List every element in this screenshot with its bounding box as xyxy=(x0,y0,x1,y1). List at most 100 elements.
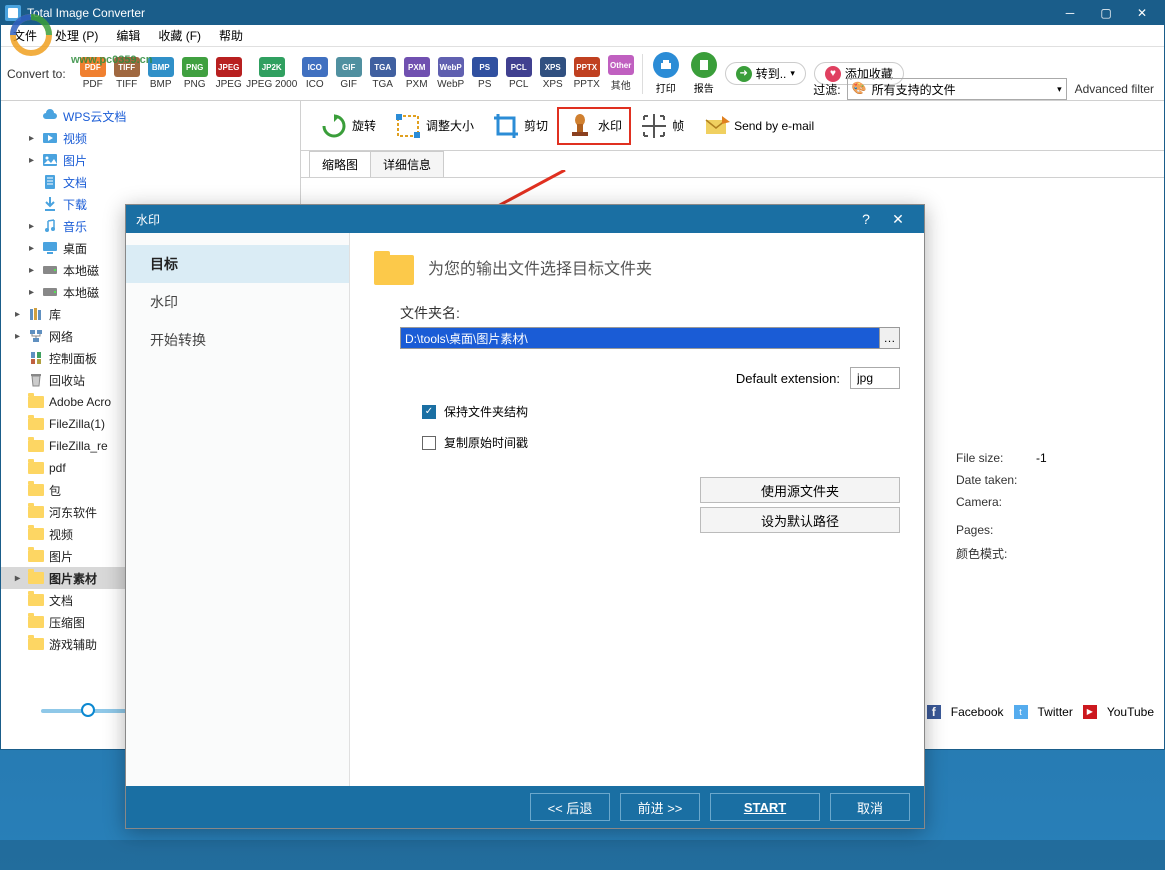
format-jpeg2000[interactable]: JP2KJPEG 2000 xyxy=(246,55,298,92)
folder-name-label: 文件夹名: xyxy=(400,303,900,323)
youtube-link[interactable]: YouTube xyxy=(1107,705,1154,719)
folder-icon xyxy=(27,592,45,608)
watermark-button[interactable]: 水印 xyxy=(557,107,631,145)
checkbox-unchecked-icon xyxy=(422,436,436,450)
browse-button[interactable]: … xyxy=(880,327,900,349)
print-button[interactable]: 打印 xyxy=(653,52,679,95)
arrow-right-icon: ➜ xyxy=(736,66,752,82)
close-button[interactable]: ✕ xyxy=(1124,2,1160,24)
twitter-link[interactable]: Twitter xyxy=(1038,705,1073,719)
format-jpeg[interactable]: JPEGJPEG xyxy=(212,55,246,92)
tree-arrow-icon: ▸ xyxy=(29,243,39,254)
report-button[interactable]: 报告 xyxy=(691,52,717,95)
facebook-link[interactable]: Facebook xyxy=(951,705,1004,719)
folder-icon xyxy=(27,504,45,520)
goto-button[interactable]: ➜转到..▾ xyxy=(725,62,806,85)
desktop-icon xyxy=(41,240,59,256)
download-icon xyxy=(41,196,59,212)
back-button[interactable]: << 后退 xyxy=(530,793,610,821)
keep-structure-checkbox[interactable]: ✓ 保持文件夹结构 xyxy=(422,403,900,420)
format-other[interactable]: Other 其他 xyxy=(604,53,638,94)
menu-help[interactable]: 帮助 xyxy=(213,25,249,46)
checkbox-checked-icon: ✓ xyxy=(422,405,436,419)
set-default-path-button[interactable]: 设为默认路径 xyxy=(700,507,900,533)
folder-icon xyxy=(27,526,45,542)
tree-item[interactable]: WPS云文档 xyxy=(1,105,300,127)
maximize-button[interactable]: ▢ xyxy=(1088,2,1124,24)
format-tiff[interactable]: TIFFTIFF xyxy=(110,55,144,92)
window-title: Total Image Converter xyxy=(27,6,1052,20)
format-bmp[interactable]: BMPBMP xyxy=(144,55,178,92)
tree-item[interactable]: ▸图片 xyxy=(1,149,300,171)
copy-timestamp-checkbox[interactable]: 复制原始时间戳 xyxy=(422,434,900,451)
crop-icon xyxy=(492,112,520,140)
info-panel: File size:-1 Date taken: Camera: Pages: … xyxy=(956,451,1156,570)
image-icon xyxy=(41,152,59,168)
dialog-tab-target[interactable]: 目标 xyxy=(126,245,349,283)
frame-icon xyxy=(640,112,668,140)
dialog-tab-watermark[interactable]: 水印 xyxy=(126,283,349,321)
print-icon xyxy=(659,58,673,72)
rotate-icon xyxy=(320,112,348,140)
tree-arrow-icon: ▸ xyxy=(29,221,39,232)
format-ps[interactable]: PSPS xyxy=(468,55,502,92)
format-xps[interactable]: XPSXPS xyxy=(536,55,570,92)
use-source-folder-button[interactable]: 使用源文件夹 xyxy=(700,477,900,503)
tree-arrow-icon: ▸ xyxy=(29,265,39,276)
forward-button[interactable]: 前进 >> xyxy=(620,793,700,821)
filter-type-icon: 🎨 xyxy=(852,81,868,97)
tab-thumbnail[interactable]: 缩略图 xyxy=(309,151,371,177)
app-icon xyxy=(5,5,21,21)
disk-icon xyxy=(41,284,59,300)
trash-icon xyxy=(27,372,45,388)
taskbar xyxy=(0,840,1165,870)
email-button[interactable]: Send by e-mail xyxy=(693,107,823,145)
dialog-titlebar: 水印 ? ✕ xyxy=(126,205,924,233)
tree-item[interactable]: 文档 xyxy=(1,171,300,193)
format-png[interactable]: PNGPNG xyxy=(178,55,212,92)
convert-label: Convert to: xyxy=(7,67,66,81)
folder-icon xyxy=(27,570,45,586)
menubar: 文件 处理 (P) 编辑 收藏 (F) 帮助 xyxy=(1,25,1164,47)
chevron-down-icon: ▾ xyxy=(1057,84,1062,95)
social-bar: fFacebook tTwitter ▶YouTube xyxy=(927,705,1154,719)
menu-favorites[interactable]: 收藏 (F) xyxy=(152,25,207,46)
edit-toolbar: 旋转 调整大小 剪切 水印 帧 xyxy=(301,101,1164,151)
filter-select[interactable]: 🎨 所有支持的文件 ▾ xyxy=(847,78,1067,100)
tab-detail[interactable]: 详细信息 xyxy=(370,151,444,177)
folder-path-input[interactable]: D:\tools\桌面\图片素材\ xyxy=(400,327,880,349)
dialog-close-button[interactable]: ✕ xyxy=(882,206,914,232)
crop-button[interactable]: 剪切 xyxy=(483,107,557,145)
dialog-content: 为您的输出文件选择目标文件夹 文件夹名: D:\tools\桌面\图片素材\ …… xyxy=(350,233,924,786)
convert-toolbar: Convert to: PDFPDFTIFFTIFFBMPBMPPNGPNGJP… xyxy=(1,47,1164,101)
start-button[interactable]: START xyxy=(710,793,820,821)
folder-icon xyxy=(27,416,45,432)
format-webp[interactable]: WebPWebP xyxy=(434,55,468,92)
cancel-button[interactable]: 取消 xyxy=(830,793,910,821)
format-gif[interactable]: GIFGIF xyxy=(332,55,366,92)
format-ico[interactable]: ICOICO xyxy=(298,55,332,92)
format-pdf[interactable]: PDFPDF xyxy=(76,55,110,92)
dialog-sidebar: 目标 水印 开始转换 xyxy=(126,233,350,786)
music-icon xyxy=(41,218,59,234)
video-icon xyxy=(41,130,59,146)
default-extension-input[interactable] xyxy=(850,367,900,389)
folder-icon xyxy=(27,460,45,476)
menu-file[interactable]: 文件 xyxy=(7,25,43,46)
format-tga[interactable]: TGATGA xyxy=(366,55,400,92)
resize-button[interactable]: 调整大小 xyxy=(385,107,483,145)
advanced-filter-link[interactable]: Advanced filter xyxy=(1075,82,1154,96)
tree-item[interactable]: ▸视频 xyxy=(1,127,300,149)
doc-icon xyxy=(41,174,59,190)
format-pptx[interactable]: PPTXPPTX xyxy=(570,55,604,92)
menu-edit[interactable]: 编辑 xyxy=(110,25,146,46)
minimize-button[interactable]: ─ xyxy=(1052,2,1088,24)
format-pcl[interactable]: PCLPCL xyxy=(502,55,536,92)
menu-process[interactable]: 处理 (P) xyxy=(49,25,104,46)
rotate-button[interactable]: 旋转 xyxy=(311,107,385,145)
format-pxm[interactable]: PXMPXM xyxy=(400,55,434,92)
filter-label: 过滤: xyxy=(813,81,840,98)
frame-button[interactable]: 帧 xyxy=(631,107,693,145)
dialog-help-button[interactable]: ? xyxy=(850,206,882,232)
dialog-tab-start[interactable]: 开始转换 xyxy=(126,321,349,359)
